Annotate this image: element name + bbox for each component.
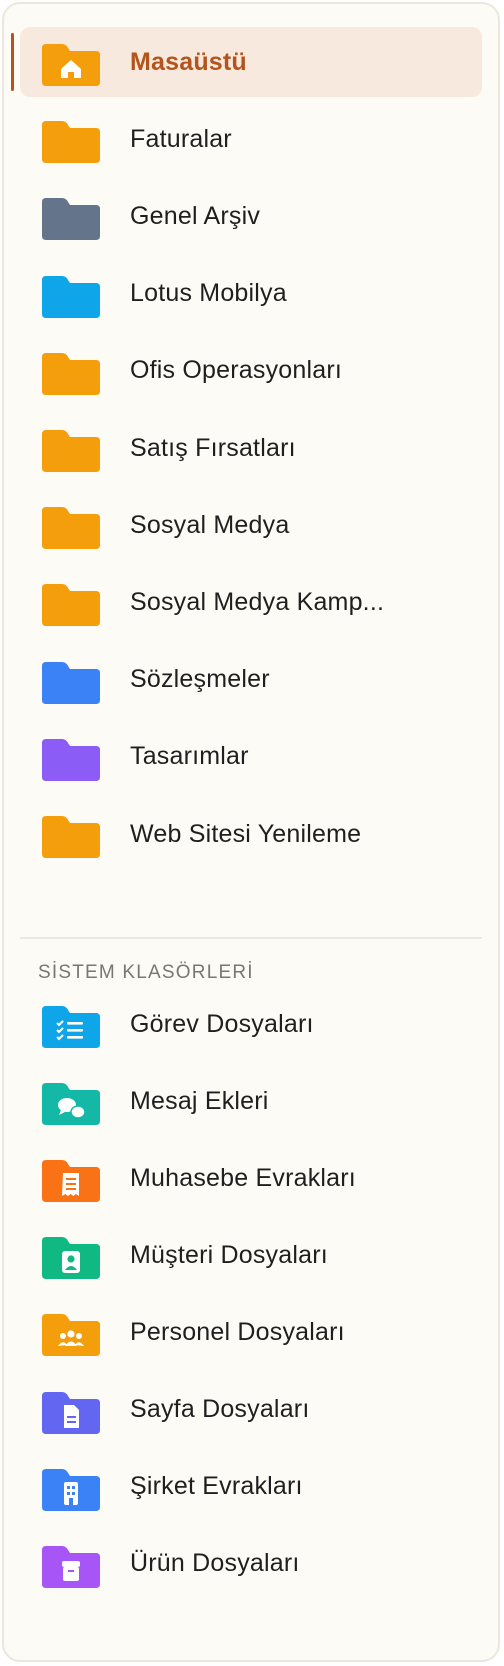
folder-sidebar: Masaüstü Faturalar Genel Arşiv Lotus Mobily…	[2, 2, 500, 1662]
folder-label: Müşteri Dosyaları	[130, 1240, 328, 1269]
building-icon	[40, 1467, 102, 1513]
folder-item-ofis-operasyonları[interactable]: Ofis Operasyonları	[20, 336, 482, 406]
folder-item-faturalar[interactable]: Faturalar	[20, 104, 482, 174]
folder-item-genel-arşiv[interactable]: Genel Arşiv	[20, 181, 482, 251]
folder-label: Masaüstü	[130, 47, 247, 76]
folder-label: Web Sitesi Yenileme	[130, 819, 362, 848]
folder-item-satış-fırsatları[interactable]: Satış Fırsatları	[20, 413, 482, 483]
folder-label: Genel Arşiv	[130, 201, 261, 230]
folder-icon	[40, 505, 102, 551]
folder-icon	[40, 582, 102, 628]
section-divider	[20, 937, 482, 939]
folder-label: Mesaj Ekleri	[130, 1086, 269, 1115]
group-icon	[40, 1312, 102, 1358]
receipt-icon	[40, 1158, 102, 1204]
active-indicator	[11, 33, 14, 91]
folder-item-sözleşmeler[interactable]: Sözleşmeler	[20, 645, 482, 715]
checklist-icon	[40, 1004, 102, 1050]
folder-item-mesaj-ekleri[interactable]: Mesaj Ekleri	[20, 1066, 482, 1136]
folder-item-görev-dosyaları[interactable]: Görev Dosyaları	[20, 989, 482, 1059]
folder-label: Satış Fırsatları	[130, 433, 296, 462]
folder-label: Sözleşmeler	[130, 665, 270, 694]
folder-icon	[40, 814, 102, 860]
folder-label: Sosyal Medya	[130, 510, 290, 539]
folder-item-sosyal-medya[interactable]: Sosyal Medya	[20, 490, 482, 560]
folder-icon	[40, 196, 102, 242]
folder-icon	[40, 660, 102, 706]
folder-label: Ofis Operasyonları	[130, 356, 343, 385]
folder-item-tasarımlar[interactable]: Tasarımlar	[20, 722, 482, 792]
folder-item-lotus-mobilya[interactable]: Lotus Mobilya	[20, 259, 482, 329]
section-title-system: SİSTEM KLASÖRLERİ	[38, 962, 254, 983]
home-icon	[40, 42, 102, 88]
folder-label: Tasarımlar	[130, 742, 249, 771]
folder-item-sosyal-medya-kamp-[interactable]: Sosyal Medya Kamp...	[20, 567, 482, 637]
folder-item-muhasebe-evrakları[interactable]: Muhasebe Evrakları	[20, 1143, 482, 1213]
chat-icon	[40, 1081, 102, 1127]
folder-label: Sayfa Dosyaları	[130, 1395, 310, 1423]
folder-label: Lotus Mobilya	[130, 279, 287, 308]
folder-item-masaüstü[interactable]: Masaüstü	[20, 27, 482, 97]
folder-label: Personel Dosyaları	[130, 1317, 345, 1346]
folder-item-şirket-evrakları[interactable]: Şirket Evrakları	[20, 1452, 482, 1522]
folder-item-web-sitesi-yenileme[interactable]: Web Sitesi Yenileme	[20, 799, 482, 869]
folder-icon	[40, 351, 102, 397]
folder-icon	[40, 274, 102, 320]
folder-icon	[40, 119, 102, 165]
folder-item-sayfa-dosyaları[interactable]: Sayfa Dosyaları	[20, 1375, 482, 1445]
folder-label: Muhasebe Evrakları	[130, 1163, 356, 1192]
folder-icon	[40, 737, 102, 783]
document-icon	[40, 1390, 102, 1436]
folder-label: Sosyal Medya Kamp...	[130, 587, 385, 616]
folder-item-ürün-dosyaları[interactable]: Ürün Dosyaları	[20, 1529, 482, 1599]
person-icon	[40, 1235, 102, 1281]
folder-item-personel-dosyaları[interactable]: Personel Dosyaları	[20, 1297, 482, 1367]
folder-label: Görev Dosyaları	[130, 1009, 314, 1038]
folder-label: Şirket Evrakları	[130, 1472, 303, 1501]
folder-label: Ürün Dosyaları	[130, 1549, 300, 1578]
box-icon	[40, 1544, 102, 1590]
folder-label: Faturalar	[130, 124, 232, 153]
folder-icon	[40, 428, 102, 474]
folder-item-müşteri-dosyaları[interactable]: Müşteri Dosyaları	[20, 1220, 482, 1290]
